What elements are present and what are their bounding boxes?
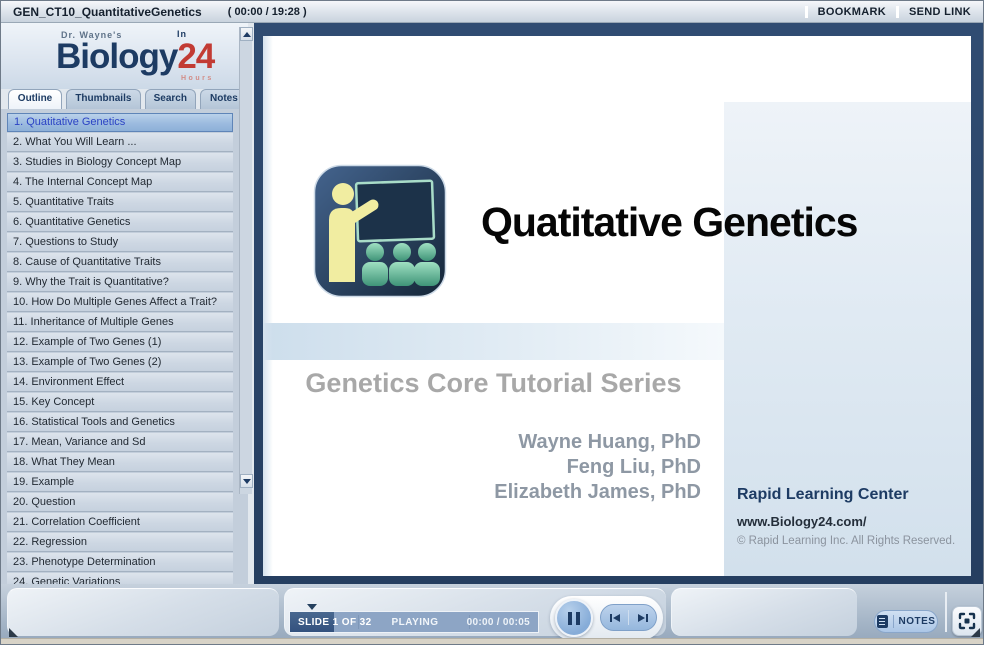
outline-item[interactable]: 8. Cause of Quantitative Traits	[7, 253, 233, 272]
course-title: GEN_CT10_QuantitativeGenetics	[13, 4, 202, 19]
slide-divider-band	[263, 323, 724, 360]
outline-item[interactable]: 20. Question	[7, 493, 233, 512]
outline-item[interactable]: 17. Mean, Variance and Sd	[7, 433, 233, 452]
arrow-up-icon	[242, 31, 251, 37]
outline-item[interactable]: 16. Statistical Tools and Genetics	[7, 413, 233, 432]
tab-search[interactable]: Search	[144, 89, 196, 109]
tab-outline[interactable]: Outline	[8, 89, 63, 109]
separator	[896, 5, 900, 18]
biology24-logo: Dr. Wayne's Biology24 In Hours	[1, 23, 248, 89]
outline-item[interactable]: 1. Quatitative Genetics	[7, 113, 233, 132]
outline-item[interactable]: 14. Environment Effect	[7, 373, 233, 392]
author-line: Feng Liu, PhD	[566, 456, 701, 478]
outline-item[interactable]: 22. Regression	[7, 533, 233, 552]
outline-item[interactable]: 9. Why the Trait is Quantitative?	[7, 273, 233, 292]
scroll-up-button[interactable]	[240, 27, 253, 41]
outline-item[interactable]: 19. Example	[7, 473, 233, 492]
separator	[892, 615, 894, 628]
outline-item[interactable]: 15. Key Concept	[7, 393, 233, 412]
sidebar: Dr. Wayne's Biology24 In Hours Outline T…	[1, 23, 254, 584]
bottom-panel-right	[671, 588, 857, 636]
outline-item[interactable]: 2. What You Will Learn ...	[7, 133, 233, 152]
slide-stage-frame: Quatitative Genetics Genetics Core Tutor…	[254, 23, 983, 584]
bookmark-button[interactable]: BOOKMARK	[818, 6, 886, 18]
separator	[804, 5, 808, 18]
scroll-down-button[interactable]	[240, 474, 253, 488]
bottom-panel-left	[7, 588, 279, 636]
slide-progress-bar[interactable]: SLIDE 1 OF 32 PLAYING 00:00 / 00:05	[289, 604, 539, 633]
pause-button[interactable]	[555, 599, 593, 637]
resize-grip[interactable]	[9, 628, 18, 637]
slide-authors: Wayne Huang, PhD Feng Liu, PhD Elizabeth…	[263, 430, 701, 505]
slide-counter: SLIDE 1 OF 32	[298, 617, 372, 628]
slide-canvas: Quatitative Genetics Genetics Core Tutor…	[263, 36, 971, 576]
outline-scrollbar[interactable]	[239, 27, 253, 494]
outline-item[interactable]: 10. How Do Multiple Genes Affect a Trait…	[7, 293, 233, 312]
slide-series-subtitle: Genetics Core Tutorial Series	[305, 368, 682, 398]
resize-grip[interactable]	[971, 628, 980, 637]
logo-24-text: 24	[177, 37, 215, 76]
notes-button-label: NOTES	[898, 616, 936, 627]
outline-item[interactable]: 3. Studies in Biology Concept Map	[7, 153, 233, 172]
outline-item[interactable]: 21. Correlation Coefficient	[7, 513, 233, 532]
course-elapsed-time: ( 00:00 / 19:28 )	[227, 5, 307, 18]
top-title-bar: GEN_CT10_QuantitativeGenetics ( 00:00 / …	[1, 1, 983, 23]
outline-item[interactable]: 6. Quantitative Genetics	[7, 213, 233, 232]
topbar-actions: BOOKMARK SEND LINK	[804, 5, 971, 18]
document-icon	[876, 615, 888, 628]
author-line: Wayne Huang, PhD	[518, 431, 701, 453]
seek-marker[interactable]	[307, 604, 317, 610]
outline-item[interactable]: 7. Questions to Study	[7, 233, 233, 252]
notes-button[interactable]: NOTES	[874, 610, 938, 633]
next-slide-button[interactable]	[629, 605, 656, 630]
previous-icon	[609, 613, 620, 622]
teacher-presentation-icon	[313, 164, 447, 298]
outline-item[interactable]: 18. What They Mean	[7, 453, 233, 472]
outline-item[interactable]: 11. Inheritance of Multiple Genes	[7, 313, 233, 332]
outline-list: 1. Quatitative Genetics 2. What You Will…	[1, 109, 248, 584]
org-name: Rapid Learning Center	[737, 486, 909, 503]
pause-icon	[576, 611, 580, 625]
logo-in-text: In	[177, 29, 187, 39]
slide-nav-group	[600, 604, 657, 631]
slide-time: 00:00 / 00:05	[466, 617, 530, 628]
outline-item[interactable]: 13. Example of Two Genes (2)	[7, 353, 233, 372]
previous-slide-button[interactable]	[601, 605, 628, 630]
copyright-text: © Rapid Learning Inc. All Rights Reserve…	[737, 535, 956, 547]
author-line: Elizabeth James, PhD	[494, 481, 701, 503]
slide-title: Quatitative Genetics	[481, 199, 858, 245]
playback-status: PLAYING	[391, 617, 439, 628]
sidebar-tabs: Outline Thumbnails Search Notes	[1, 89, 248, 109]
outline-item[interactable]: 24. Genetic Variations	[7, 573, 233, 584]
separator	[945, 592, 947, 632]
outline-item[interactable]: 4. The Internal Concept Map	[7, 173, 233, 192]
tab-thumbnails[interactable]: Thumbnails	[66, 89, 141, 109]
playback-buttons-group	[550, 596, 663, 640]
pause-icon	[568, 611, 572, 625]
outline-item[interactable]: 12. Example of Two Genes (1)	[7, 333, 233, 352]
branding-block: Rapid Learning Center www.Biology24.com/…	[737, 486, 971, 547]
player-window: GEN_CT10_QuantitativeGenetics ( 00:00 / …	[0, 0, 984, 645]
logo-hours-text: Hours	[181, 75, 214, 82]
outline-item[interactable]: 5. Quantitative Traits	[7, 193, 233, 212]
logo-biology-text: Biology	[56, 37, 178, 76]
send-link-button[interactable]: SEND LINK	[909, 6, 971, 18]
window-bottom-edge	[1, 638, 983, 644]
next-icon	[637, 613, 648, 622]
playback-control-bar: SLIDE 1 OF 32 PLAYING 00:00 / 00:05 NOTE…	[1, 584, 983, 640]
arrow-down-icon	[242, 478, 251, 484]
outline-item[interactable]: 23. Phenotype Determination	[7, 553, 233, 572]
org-url: www.Biology24.com/	[737, 514, 867, 529]
